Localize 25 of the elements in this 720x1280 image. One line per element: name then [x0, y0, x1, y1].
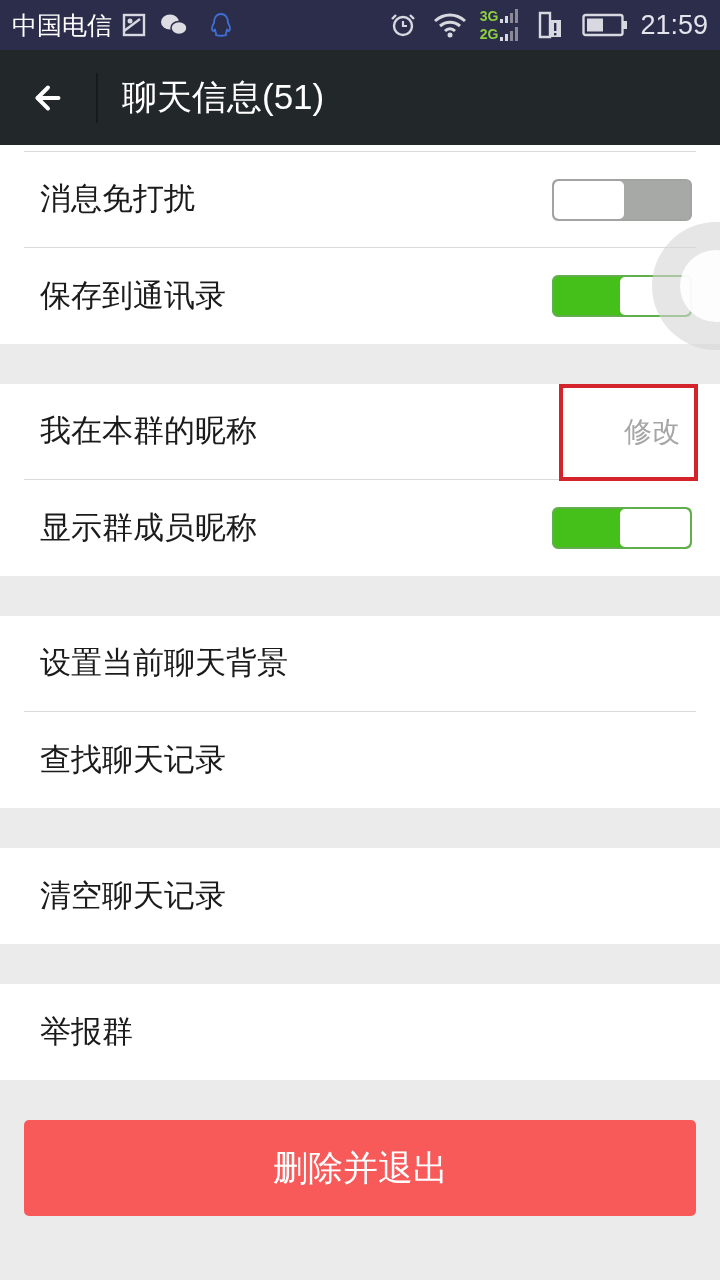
carrier-label: 中国电信: [12, 12, 112, 38]
toggle-switch[interactable]: [552, 507, 692, 549]
menu-item[interactable]: 举报群: [0, 984, 720, 1080]
setting-label: 显示群成员昵称: [40, 508, 257, 547]
toggle-switch[interactable]: [552, 275, 692, 317]
setting-label: 消息免打扰: [40, 180, 195, 219]
wifi-icon: [431, 12, 468, 38]
network-type-label: 3G: [479, 9, 499, 23]
signal-icon: [500, 9, 519, 23]
battery-icon: [582, 13, 629, 37]
toggle-switch[interactable]: [552, 178, 692, 221]
menu-item[interactable]: 清空聊天记录: [0, 848, 720, 944]
penguin-icon: [210, 12, 232, 38]
sim-card-alert-icon: [538, 11, 563, 39]
menu-item[interactable]: 查找聊天记录: [0, 712, 720, 808]
clock-time: 21:59: [640, 11, 708, 39]
page-title: 聊天信息(51): [122, 76, 325, 119]
setting-label: 保存到通讯录: [40, 276, 226, 315]
menu-item[interactable]: 设置当前聊天背景: [0, 616, 720, 712]
setting-label: 我在本群的昵称: [40, 412, 257, 451]
chat-bubbles-icon: [160, 13, 188, 37]
alarm-clock-icon: [389, 12, 416, 38]
picture-icon: [122, 13, 146, 37]
signal-icon: [500, 27, 519, 41]
network-type-label: 2G: [479, 27, 499, 41]
